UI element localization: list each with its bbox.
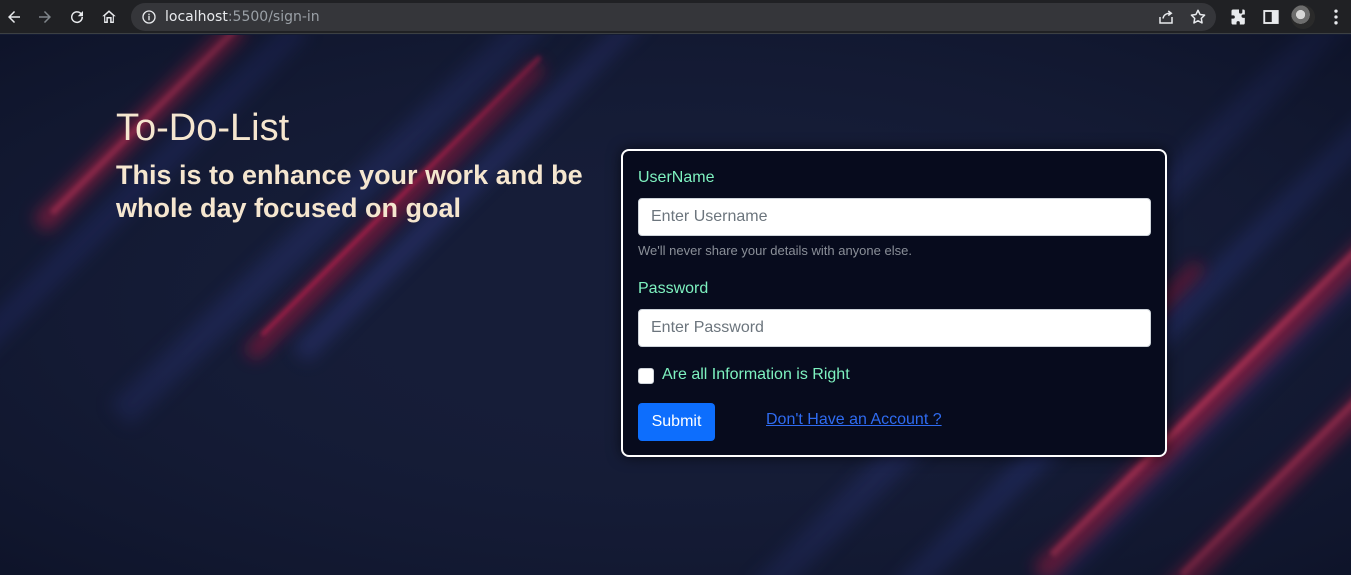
back-button[interactable] (2, 5, 26, 29)
extensions-icon[interactable] (1229, 7, 1249, 27)
create-account-link[interactable]: Don't Have an Account ? (766, 411, 942, 429)
forward-button[interactable] (33, 5, 57, 29)
home-icon (102, 10, 116, 23)
address-bar[interactable]: localhost:5500/sign-in (131, 3, 1216, 31)
confirm-checkbox[interactable] (638, 368, 654, 384)
password-input[interactable] (638, 309, 1151, 347)
browser-toolbar: localhost:5500/sign-in (0, 0, 1351, 34)
reload-icon (71, 11, 84, 24)
url-text[interactable]: localhost:5500/sign-in (165, 8, 320, 26)
confirm-checkbox-label[interactable]: Are all Information is Right (662, 366, 850, 384)
back-icon (8, 11, 20, 23)
password-label: Password (638, 280, 709, 297)
username-help-text: We'll never share your details with anyo… (638, 243, 912, 258)
star-icon[interactable] (1189, 8, 1207, 26)
home-button[interactable] (97, 5, 121, 29)
sign-in-card: UserName We'll never share your details … (621, 149, 1167, 457)
username-label: UserName (638, 169, 715, 186)
side-panel-icon[interactable] (1262, 8, 1280, 26)
url-path: :5500/sign-in (227, 9, 320, 25)
page-subtitle: This is to enhance your work and be whol… (116, 160, 583, 223)
menu-icon[interactable] (1326, 7, 1346, 27)
username-input[interactable] (638, 198, 1151, 236)
share-icon[interactable] (1157, 8, 1175, 26)
submit-button[interactable]: Submit (638, 403, 715, 441)
info-icon[interactable] (141, 9, 157, 25)
sign-in-page: To-Do-List This is to enhance your work … (0, 35, 1351, 575)
url-host: localhost (165, 9, 228, 25)
avatar[interactable] (1291, 5, 1315, 29)
forward-icon (39, 11, 51, 23)
reload-button[interactable] (65, 5, 89, 29)
page-title: To-Do-List (116, 107, 290, 149)
